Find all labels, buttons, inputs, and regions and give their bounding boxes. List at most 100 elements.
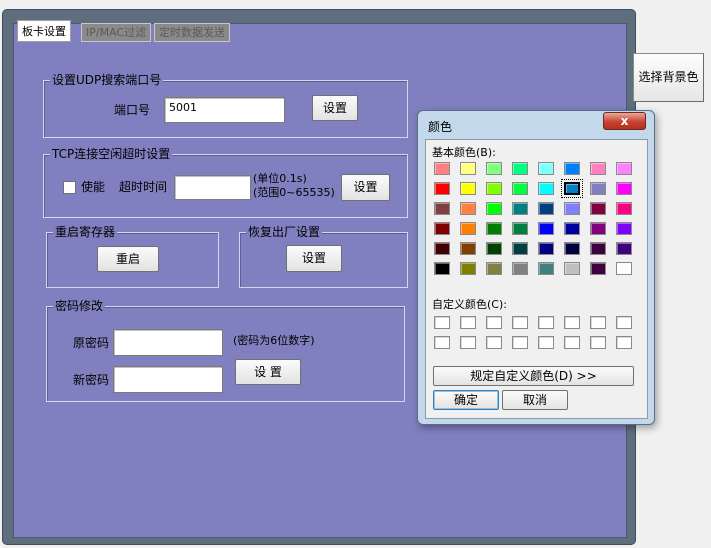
tab-ip-mac-filter[interactable]: IP/MAC过滤 — [81, 23, 152, 42]
basic-color-swatch[interactable] — [616, 202, 632, 215]
password-set-button[interactable]: 设 置 — [235, 359, 301, 385]
define-custom-colors-button[interactable]: 规定自定义颜色(D) >> — [433, 366, 634, 386]
basic-color-swatch[interactable] — [460, 182, 476, 195]
basic-color-swatch[interactable] — [460, 162, 476, 175]
basic-color-swatch[interactable] — [512, 242, 528, 255]
basic-color-swatch[interactable] — [564, 162, 580, 175]
custom-color-swatch[interactable] — [512, 336, 528, 349]
basic-color-swatch[interactable] — [486, 182, 502, 195]
basic-colors-label: 基本颜色(B): — [432, 146, 496, 159]
basic-color-swatch[interactable] — [616, 222, 632, 235]
custom-color-swatch[interactable] — [564, 316, 580, 329]
enable-checkbox[interactable] — [63, 181, 76, 194]
basic-color-swatch[interactable] — [434, 262, 450, 275]
basic-color-swatch[interactable] — [512, 162, 528, 175]
color-dialog: 颜色 x 基本颜色(B): 自定义颜色(C): 规定自定义颜色(D) >> 确定… — [417, 110, 655, 425]
tcp-set-button[interactable]: 设置 — [341, 174, 390, 201]
basic-color-swatch[interactable] — [564, 262, 580, 275]
basic-color-swatch[interactable] — [512, 222, 528, 235]
basic-color-swatch[interactable] — [486, 222, 502, 235]
basic-color-swatch[interactable] — [434, 222, 450, 235]
basic-color-swatch[interactable] — [616, 182, 632, 195]
tab-board-settings[interactable]: 板卡设置 — [17, 20, 71, 42]
custom-color-grid — [434, 316, 644, 356]
basic-color-swatch[interactable] — [460, 202, 476, 215]
old-password-input[interactable] — [113, 329, 223, 356]
basic-color-swatch[interactable] — [538, 202, 554, 215]
basic-color-swatch[interactable] — [564, 202, 580, 215]
basic-color-swatch[interactable] — [434, 182, 450, 195]
basic-color-swatch[interactable] — [460, 222, 476, 235]
basic-color-swatch[interactable] — [538, 162, 554, 175]
custom-color-swatch[interactable] — [486, 316, 502, 329]
basic-color-swatch[interactable] — [460, 242, 476, 255]
custom-color-swatch[interactable] — [460, 316, 476, 329]
basic-color-swatch[interactable] — [590, 182, 606, 195]
factory-reset-group-title: 恢复出厂设置 — [246, 225, 323, 239]
new-password-input[interactable] — [113, 366, 223, 393]
basic-color-swatch[interactable] — [590, 262, 606, 275]
basic-color-swatch[interactable] — [590, 242, 606, 255]
tab-timed-data-send[interactable]: 定时数据发送 — [154, 23, 230, 42]
restart-button[interactable]: 重启 — [97, 246, 159, 272]
basic-color-grid — [434, 162, 644, 282]
basic-color-swatch[interactable] — [486, 202, 502, 215]
basic-color-swatch[interactable] — [564, 222, 580, 235]
basic-color-swatch[interactable] — [512, 262, 528, 275]
custom-color-swatch[interactable] — [460, 336, 476, 349]
basic-color-swatch[interactable] — [460, 262, 476, 275]
basic-color-swatch[interactable] — [486, 262, 502, 275]
udp-port-group: 设置UDP搜索端口号 端口号 5001 设置 — [43, 73, 408, 138]
basic-color-swatch[interactable] — [512, 182, 528, 195]
new-password-label: 新密码 — [73, 373, 110, 387]
basic-color-swatch[interactable] — [486, 162, 502, 175]
ok-button[interactable]: 确定 — [433, 390, 499, 410]
basic-color-swatch[interactable] — [564, 242, 580, 255]
basic-color-swatch[interactable] — [590, 202, 606, 215]
basic-color-swatch[interactable] — [538, 222, 554, 235]
basic-color-swatch[interactable] — [434, 162, 450, 175]
port-input[interactable]: 5001 — [164, 97, 285, 123]
close-icon[interactable]: x — [603, 112, 646, 130]
restart-group: 重启寄存器 重启 — [46, 225, 219, 288]
basic-color-swatch[interactable] — [434, 202, 450, 215]
unit-text: (单位0.1s) — [253, 172, 307, 185]
udp-set-button[interactable]: 设置 — [312, 95, 358, 121]
custom-color-swatch[interactable] — [616, 336, 632, 349]
color-dialog-client: 基本颜色(B): 自定义颜色(C): 规定自定义颜色(D) >> 确定 取消 — [425, 139, 648, 419]
basic-color-swatch[interactable] — [590, 222, 606, 235]
color-dialog-title: 颜色 — [428, 120, 453, 134]
basic-color-swatch[interactable] — [590, 162, 606, 175]
basic-color-swatch[interactable] — [434, 242, 450, 255]
factory-reset-group: 恢复出厂设置 设置 — [239, 225, 408, 288]
custom-color-swatch[interactable] — [434, 336, 450, 349]
basic-color-swatch[interactable] — [616, 262, 632, 275]
password-group-title: 密码修改 — [53, 299, 106, 313]
custom-color-swatch[interactable] — [590, 336, 606, 349]
timeout-label: 超时时间 — [119, 180, 168, 194]
factory-reset-button[interactable]: 设置 — [286, 245, 342, 272]
basic-color-swatch[interactable] — [538, 182, 554, 195]
basic-color-swatch[interactable] — [616, 162, 632, 175]
password-hint: (密码为6位数字) — [233, 334, 315, 347]
custom-color-swatch[interactable] — [590, 316, 606, 329]
udp-port-group-title: 设置UDP搜索端口号 — [50, 73, 164, 87]
custom-color-swatch[interactable] — [616, 316, 632, 329]
basic-color-swatch[interactable] — [538, 242, 554, 255]
custom-color-swatch[interactable] — [538, 316, 554, 329]
basic-color-swatch[interactable] — [486, 242, 502, 255]
cancel-button[interactable]: 取消 — [502, 390, 568, 410]
basic-color-swatch[interactable] — [561, 179, 583, 198]
custom-color-swatch[interactable] — [434, 316, 450, 329]
custom-color-swatch[interactable] — [486, 336, 502, 349]
tcp-timeout-group-title: TCP连接空闲超时设置 — [50, 147, 173, 161]
timeout-input[interactable] — [174, 175, 251, 200]
basic-color-swatch[interactable] — [512, 202, 528, 215]
custom-color-swatch[interactable] — [538, 336, 554, 349]
basic-color-swatch[interactable] — [538, 262, 554, 275]
basic-color-swatch[interactable] — [616, 242, 632, 255]
custom-color-swatch[interactable] — [512, 316, 528, 329]
custom-color-swatch[interactable] — [564, 336, 580, 349]
restart-group-title: 重启寄存器 — [53, 225, 118, 239]
choose-background-color-button[interactable]: 选择背景色 — [633, 53, 704, 102]
